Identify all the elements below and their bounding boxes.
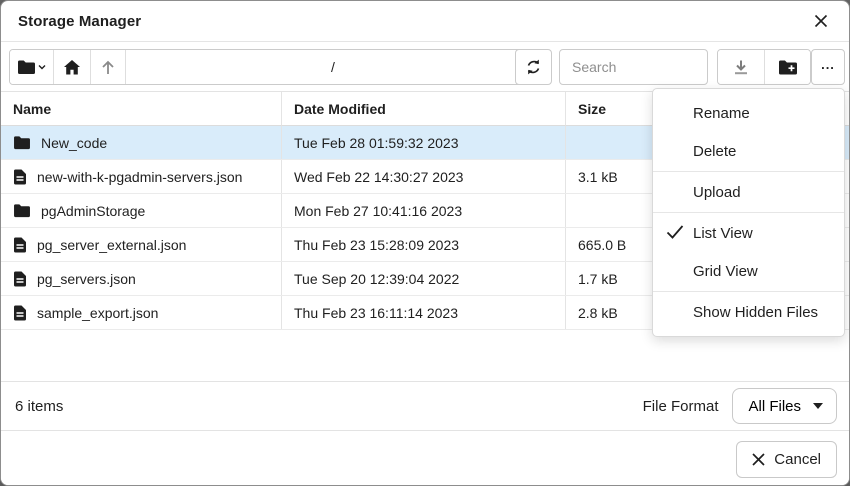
menu-item-grid-view[interactable]: Grid View	[653, 252, 844, 290]
more-options-button[interactable]: ...	[811, 49, 845, 85]
dialog-title: Storage Manager	[18, 13, 141, 30]
check-icon	[666, 224, 684, 240]
navigation-group: /	[9, 49, 527, 85]
refresh-button[interactable]	[515, 49, 552, 85]
caret-down-icon	[813, 403, 823, 409]
home-button[interactable]	[53, 50, 90, 84]
menu-item-rename[interactable]: Rename	[653, 94, 844, 132]
menu-item-label: Delete	[693, 143, 736, 160]
path-input[interactable]: /	[125, 50, 526, 84]
menu-item-list-view[interactable]: List View	[653, 214, 844, 252]
file-format-value: All Files	[748, 398, 801, 415]
file-name: New_code	[41, 135, 107, 151]
chevron-down-icon	[38, 64, 46, 70]
file-date: Tue Feb 28 01:59:32 2023	[282, 126, 566, 159]
items-count: 6 items	[15, 398, 63, 415]
file-date: Thu Feb 23 16:11:14 2023	[282, 296, 566, 329]
menu-divider	[653, 171, 844, 172]
menu-item-label: List View	[693, 225, 753, 242]
folder-icon	[13, 135, 31, 150]
storage-manager-dialog: Storage Manager	[0, 0, 850, 486]
folder-plus-icon	[778, 59, 798, 76]
menu-item-label: Rename	[693, 105, 750, 122]
file-format-select[interactable]: All Files	[732, 388, 837, 424]
file-date: Tue Sep 20 12:39:04 2022	[282, 262, 566, 295]
search-input[interactable]	[559, 49, 708, 85]
file-date: Thu Feb 23 15:28:09 2023	[282, 228, 566, 261]
options-menu: Rename Delete Upload List View Grid View…	[652, 88, 845, 337]
file-name: pg_servers.json	[37, 271, 136, 287]
folder-icon	[17, 59, 36, 75]
file-name: new-with-k-pgadmin-servers.json	[37, 169, 242, 185]
close-icon	[813, 13, 829, 29]
close-icon	[752, 453, 765, 466]
menu-divider	[653, 212, 844, 213]
file-date: Wed Feb 22 14:30:27 2023	[282, 160, 566, 193]
dialog-close-button[interactable]	[809, 9, 833, 33]
menu-divider	[653, 291, 844, 292]
arrow-up-icon	[100, 59, 116, 76]
file-name: pgAdminStorage	[41, 203, 145, 219]
dialog-action-bar: Cancel	[1, 430, 849, 486]
ellipsis-icon: ...	[821, 57, 835, 72]
menu-item-label: Grid View	[693, 263, 758, 280]
up-directory-button[interactable]	[90, 50, 125, 84]
menu-item-label: Upload	[693, 184, 741, 201]
file-icon	[13, 169, 27, 185]
column-header-date-modified[interactable]: Date Modified	[282, 92, 566, 126]
file-actions-group	[717, 49, 811, 85]
file-format-label: File Format	[643, 398, 719, 415]
refresh-icon	[525, 58, 542, 76]
home-icon	[63, 59, 81, 76]
download-icon	[733, 59, 749, 76]
file-name: pg_server_external.json	[37, 237, 186, 253]
status-bar: 6 items File Format All Files	[1, 381, 849, 430]
menu-item-show-hidden-files[interactable]: Show Hidden Files	[653, 293, 844, 331]
column-header-name[interactable]: Name	[1, 92, 282, 126]
download-button[interactable]	[718, 50, 764, 84]
file-date: Mon Feb 27 10:41:16 2023	[282, 194, 566, 227]
dialog-titlebar: Storage Manager	[1, 1, 849, 42]
menu-item-delete[interactable]: Delete	[653, 132, 844, 170]
menu-item-upload[interactable]: Upload	[653, 173, 844, 211]
file-icon	[13, 237, 27, 253]
file-icon	[13, 305, 27, 321]
file-name: sample_export.json	[37, 305, 158, 321]
cancel-label: Cancel	[774, 451, 821, 468]
file-icon	[13, 271, 27, 287]
menu-item-label: Show Hidden Files	[693, 304, 818, 321]
cancel-button[interactable]: Cancel	[736, 441, 837, 478]
folder-icon	[13, 203, 31, 218]
toolbar: /	[1, 42, 849, 92]
new-folder-button[interactable]	[764, 50, 810, 84]
select-location-button[interactable]	[10, 50, 53, 84]
